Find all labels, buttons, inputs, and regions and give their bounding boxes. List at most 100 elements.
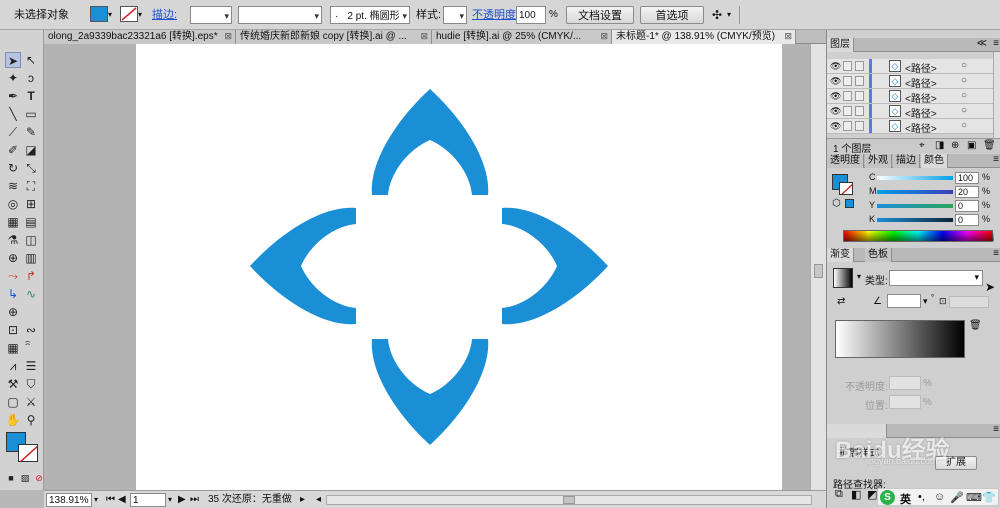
delete-layer-icon[interactable]: 🗑 bbox=[983, 140, 996, 151]
variable-width-profile[interactable]: ▾ bbox=[238, 6, 322, 24]
selection-tool-icon[interactable]: ➤ bbox=[5, 52, 21, 68]
layers-scrollbar[interactable] bbox=[993, 52, 1000, 142]
stroke-weight-input[interactable]: ▾ bbox=[190, 6, 232, 24]
target-circle-icon[interactable]: ○ bbox=[961, 90, 967, 101]
slider-value[interactable]: 100 bbox=[955, 172, 979, 184]
opacity-link[interactable]: 不透明度: bbox=[472, 6, 519, 24]
column-graph-tool-icon[interactable]: ▥ bbox=[23, 250, 39, 266]
grid-tool-icon[interactable]: ▦ bbox=[5, 340, 21, 356]
tab-color[interactable]: 颜色 bbox=[921, 154, 948, 168]
layer-row[interactable]: 👁 ◇ <路径> ○ bbox=[827, 74, 993, 90]
graph-tool-icon[interactable]: ⩘ bbox=[5, 358, 21, 374]
chevron-down-icon[interactable]: ▾ bbox=[168, 493, 172, 507]
next-artboard-icon[interactable]: ▶ bbox=[178, 493, 186, 507]
graphic-style-picker[interactable]: ▾ bbox=[443, 6, 467, 24]
blend-tool-icon[interactable]: ◫ bbox=[23, 232, 39, 248]
new-layer-icon[interactable]: ▣ bbox=[967, 140, 976, 151]
crosshair-tool-icon[interactable]: ⊕ bbox=[5, 304, 21, 320]
lock-toggle[interactable] bbox=[843, 106, 852, 116]
document-setup-button[interactable]: 文档设置 bbox=[566, 6, 634, 24]
close-icon[interactable]: ⊠ bbox=[600, 30, 608, 43]
scale-tool-icon[interactable]: ⤡ bbox=[23, 160, 39, 176]
aspect-ratio-input[interactable] bbox=[949, 296, 989, 308]
perspective-grid-tool-icon[interactable]: ⊞ bbox=[23, 196, 39, 212]
eraser-tool-icon[interactable]: ◪ bbox=[23, 142, 39, 158]
target-circle-icon[interactable]: ○ bbox=[961, 75, 967, 86]
pencil-tool-icon[interactable]: ✎ bbox=[23, 124, 39, 140]
curve-tool-icon[interactable]: ↱ bbox=[23, 268, 39, 284]
slider-value[interactable]: 20 bbox=[955, 186, 979, 198]
layer-row[interactable]: 👁 ◇ <路径> ○ bbox=[827, 104, 993, 120]
lasso-tool-icon[interactable]: ↄ bbox=[23, 70, 39, 86]
visibility-eye-icon[interactable]: 👁 bbox=[830, 91, 841, 102]
panel-menu-icon[interactable]: ≡ bbox=[993, 248, 999, 259]
horizontal-scrollbar[interactable] bbox=[326, 495, 812, 505]
template-toggle[interactable] bbox=[855, 106, 864, 116]
slider-track[interactable] bbox=[877, 190, 953, 194]
tab-gradient[interactable]: 渐变 bbox=[827, 248, 854, 262]
stroke-link[interactable]: 描边: bbox=[152, 6, 177, 24]
template-toggle[interactable] bbox=[855, 121, 864, 131]
symbol-sprayer-tool-icon[interactable]: ⊕ bbox=[5, 250, 21, 266]
fill-dropdown-icon[interactable]: ▾ bbox=[108, 6, 112, 24]
intersect-icon[interactable]: ◩ bbox=[867, 488, 877, 501]
delete-stop-icon[interactable]: 🗑 bbox=[969, 320, 982, 331]
hand-tool-icon[interactable]: ✋ bbox=[5, 412, 21, 428]
target-circle-icon[interactable]: ○ bbox=[961, 60, 967, 71]
flower-artwork[interactable] bbox=[136, 44, 782, 490]
template-toggle[interactable] bbox=[855, 61, 864, 71]
live-paint-tool-icon[interactable]: ⛉ bbox=[23, 376, 39, 392]
slider-track[interactable] bbox=[877, 176, 953, 180]
layer-row[interactable]: 👁 ◇ <路径> ○ bbox=[827, 119, 993, 135]
gradient-location-input[interactable] bbox=[889, 395, 921, 409]
microphone-icon[interactable]: 🎤 bbox=[950, 491, 964, 504]
scroll-left-icon[interactable]: ◂ bbox=[316, 493, 321, 507]
panel-menu-icon[interactable]: ≡ bbox=[993, 38, 999, 49]
list-tool-icon[interactable]: ☰ bbox=[23, 358, 39, 374]
zoom-tool-icon[interactable]: ⚲ bbox=[23, 412, 39, 428]
panel-menu-icon[interactable]: ≡ bbox=[993, 424, 999, 435]
artboard-number-field[interactable]: 1 bbox=[130, 493, 166, 507]
close-icon[interactable]: ⊠ bbox=[784, 30, 792, 43]
locate-object-icon[interactable]: ⌖ bbox=[919, 140, 925, 151]
make-clipping-mask-icon[interactable]: ◨ bbox=[935, 140, 944, 151]
line-tool-icon[interactable]: ╲ bbox=[5, 106, 21, 122]
canvas-area[interactable] bbox=[44, 44, 810, 490]
last-artboard-icon[interactable]: ⏭ bbox=[190, 493, 199, 507]
slider-value[interactable]: 0 bbox=[955, 214, 979, 226]
stroke-swatch[interactable] bbox=[120, 6, 138, 22]
ime-language-indicator[interactable]: 英 bbox=[900, 491, 911, 507]
stroke-dropdown-icon[interactable]: ▾ bbox=[138, 6, 142, 24]
fill-swatch[interactable] bbox=[90, 6, 108, 22]
new-sublayer-icon[interactable]: ⊕ bbox=[951, 140, 959, 151]
scrollbar-thumb[interactable] bbox=[563, 496, 575, 504]
free-transform-tool-icon[interactable]: ⛶ bbox=[23, 178, 39, 194]
template-toggle[interactable] bbox=[855, 76, 864, 86]
status-menu-icon[interactable]: ▸ bbox=[300, 493, 305, 507]
panel-menu-icon[interactable]: ≡ bbox=[993, 154, 999, 165]
scrollbar-thumb[interactable] bbox=[814, 264, 823, 278]
lock-toggle[interactable] bbox=[843, 121, 852, 131]
target-circle-icon[interactable]: ○ bbox=[961, 105, 967, 116]
chevron-down-icon[interactable]: ▾ bbox=[857, 272, 861, 281]
knife-tool-icon[interactable]: ⚔ bbox=[23, 394, 39, 410]
brush-definition[interactable]: · 2 pt. 椭圆形 ▾ bbox=[330, 6, 410, 24]
tab-swatches[interactable]: 色板 bbox=[865, 248, 892, 262]
emoji-icon[interactable]: ☺ bbox=[934, 491, 945, 503]
arrange-documents-icon[interactable]: ✣ bbox=[712, 6, 722, 24]
wave-tool-icon[interactable]: ∿ bbox=[23, 286, 39, 302]
chevron-down-icon[interactable]: ▾ bbox=[94, 493, 98, 507]
visibility-eye-icon[interactable]: 👁 bbox=[830, 121, 841, 132]
magic-wand-tool-icon[interactable]: ✦ bbox=[5, 70, 21, 86]
eyedropper-tool-icon[interactable]: ⚗ bbox=[5, 232, 21, 248]
keyboard-icon[interactable]: ⌨ bbox=[966, 491, 982, 504]
tab-layers[interactable]: 图层 bbox=[827, 38, 854, 52]
minus-front-icon[interactable]: ◧ bbox=[851, 488, 861, 501]
color-stroke-swatch[interactable] bbox=[839, 182, 853, 195]
paintbrush-tool-icon[interactable]: ⟋ bbox=[5, 124, 21, 140]
twirl-tool-icon[interactable]: ꩰ bbox=[23, 340, 39, 356]
wrinkle-tool-icon[interactable]: ∾ bbox=[23, 322, 39, 338]
vertical-scrollbar[interactable] bbox=[810, 44, 826, 490]
rectangle-tool-icon[interactable]: ▭ bbox=[23, 106, 39, 122]
envelope-tool-icon[interactable]: ⊡ bbox=[5, 322, 21, 338]
